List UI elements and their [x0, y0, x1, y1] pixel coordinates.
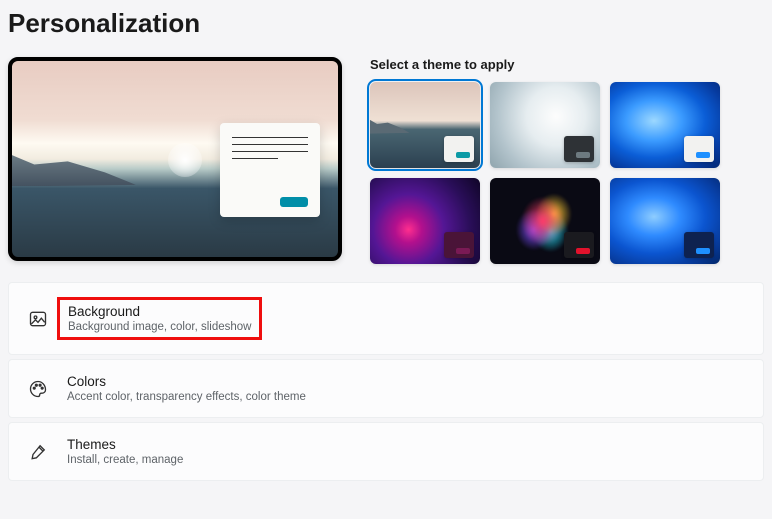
theme-tile-bloom-blue-dark[interactable] — [610, 178, 720, 264]
setting-item-background[interactable]: Background Background image, color, slid… — [8, 282, 764, 355]
desktop-preview — [8, 57, 342, 261]
setting-desc: Install, create, manage — [67, 454, 183, 466]
themes-heading: Select a theme to apply — [370, 57, 764, 72]
setting-item-themes[interactable]: Themes Install, create, manage — [8, 422, 764, 481]
settings-list: Background Background image, color, slid… — [8, 282, 764, 481]
themes-grid — [370, 82, 764, 264]
theme-tile-sunrise-dark[interactable] — [370, 178, 480, 264]
theme-tile-bloom-blue-light[interactable] — [610, 82, 720, 168]
theme-tile-flow-dark[interactable] — [490, 178, 600, 264]
preview-window-card — [220, 123, 320, 217]
setting-desc: Accent color, transparency effects, colo… — [67, 391, 306, 403]
theme-tile-glow-light[interactable] — [490, 82, 600, 168]
theme-tile-light[interactable] — [370, 82, 480, 168]
highlighted-background-option: Background Background image, color, slid… — [57, 297, 262, 340]
page-title: Personalization — [8, 8, 764, 39]
paintbrush-icon — [27, 442, 49, 462]
picture-icon — [27, 309, 49, 329]
palette-icon — [27, 379, 49, 399]
setting-item-colors[interactable]: Colors Accent color, transparency effect… — [8, 359, 764, 418]
setting-title: Themes — [67, 437, 183, 452]
setting-title: Colors — [67, 374, 306, 389]
setting-desc: Background image, color, slideshow — [68, 321, 251, 333]
setting-title: Background — [68, 304, 251, 319]
